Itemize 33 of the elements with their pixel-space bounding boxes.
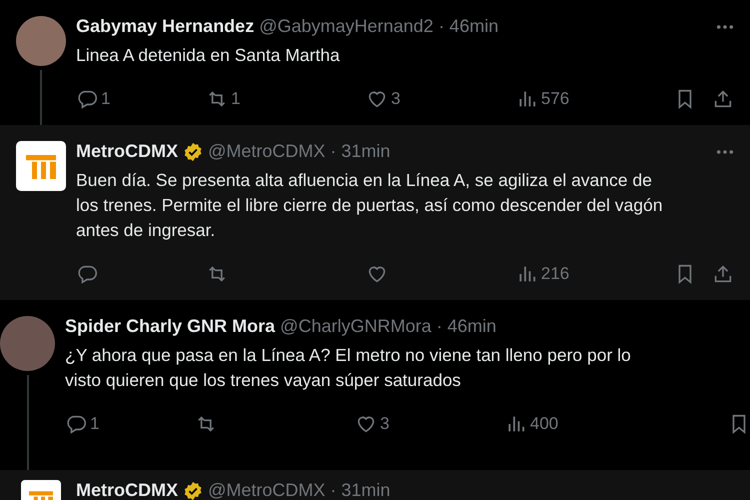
speech-bubble-icon: [76, 88, 98, 110]
post-time[interactable]: · 46min: [436, 316, 496, 337]
like-button[interactable]: 3: [366, 88, 516, 110]
reply-button[interactable]: 1: [76, 88, 206, 110]
post-time[interactable]: · 31min: [330, 480, 390, 500]
tweet-text: Linea A detenida en Santa Martha: [76, 44, 341, 67]
user-handle[interactable]: @CharlyGNRMora: [280, 316, 432, 337]
user-name[interactable]: Spider Charly GNR Mora: [65, 316, 276, 337]
views-button[interactable]: 400: [505, 413, 655, 435]
reply-button[interactable]: 1: [65, 413, 195, 435]
post-time[interactable]: · 46min: [438, 16, 498, 37]
share-icon: [712, 88, 734, 110]
speech-bubble-icon: [76, 263, 98, 285]
views-button[interactable]: 576: [516, 88, 666, 110]
user-handle[interactable]: @GabymayHernand2: [259, 16, 434, 37]
user-name[interactable]: MetroCDMX: [76, 480, 178, 500]
tweet-text: ¿Y ahora que pasa en la Línea A? El metro no viene tan lleno pero por lo visto quieren que los trenes vayan súper saturados: [65, 344, 632, 392]
user-handle[interactable]: @MetroCDMX: [208, 480, 326, 500]
user-name[interactable]: Gabymay Hernandez: [76, 16, 254, 37]
more-options-icon[interactable]: [716, 24, 734, 30]
share-button[interactable]: [712, 88, 734, 110]
share-icon: [712, 263, 734, 285]
user-name[interactable]: MetroCDMX: [76, 141, 178, 162]
user-handle[interactable]: @MetroCDMX: [208, 141, 326, 162]
tweet-text: Buen día. Se presenta alta afluencia en la Línea A, se agiliza el avance de los trenes. Permite el libre cierre de puertas, así como descender del vagón antes de ingresar.: [76, 169, 664, 242]
views-button[interactable]: 216: [516, 263, 666, 285]
post-time[interactable]: · 31min: [330, 141, 390, 162]
avatar-photo-placeholder[interactable]: [16, 16, 66, 66]
like-button[interactable]: 3: [355, 413, 505, 435]
repost-button[interactable]: 1: [206, 88, 366, 110]
more-options-icon[interactable]: [716, 148, 734, 154]
speech-bubble-icon: [65, 413, 87, 435]
share-button[interactable]: [712, 263, 734, 285]
